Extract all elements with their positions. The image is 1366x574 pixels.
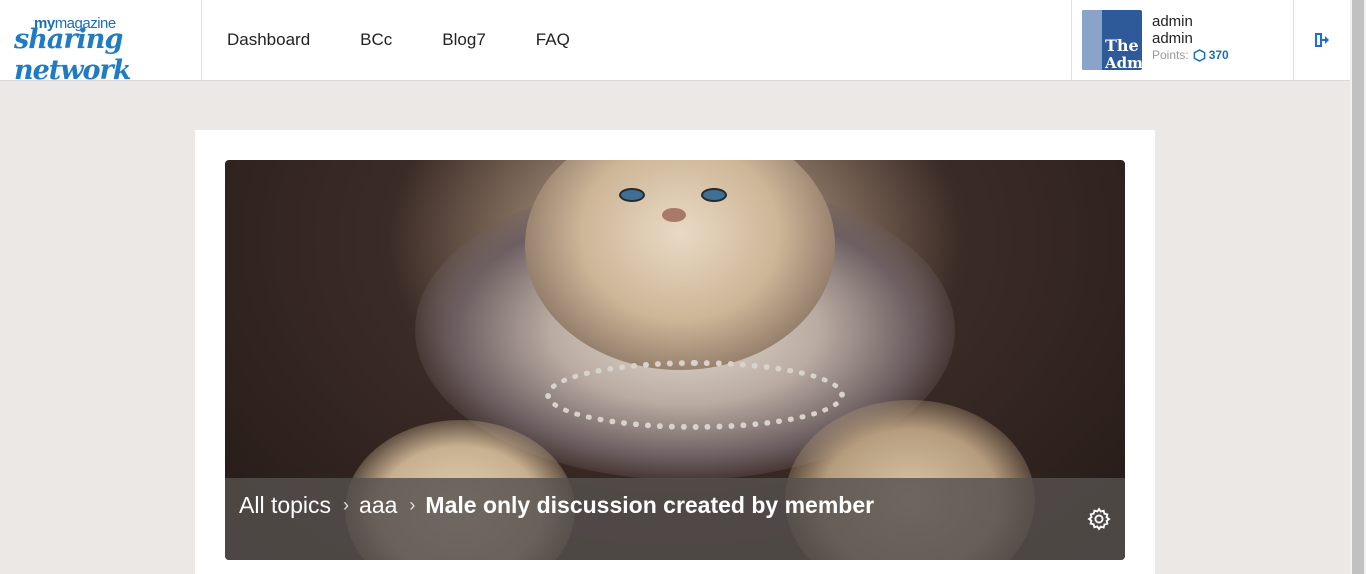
logout-button[interactable]	[1294, 0, 1350, 80]
avatar[interactable]: The Admi	[1082, 10, 1142, 70]
avatar-text-line1: The	[1105, 36, 1139, 55]
topic-card: All topics › aaa › Male only discussion crea…	[195, 130, 1155, 574]
points-label: Points:	[1152, 48, 1189, 62]
cover-cat-eye-right	[701, 188, 727, 202]
avatar-text-line2: Admi	[1105, 54, 1142, 70]
breadcrumb: All topics › aaa › Male only discussion crea…	[239, 492, 879, 520]
nav-blog7[interactable]: Blog7	[442, 30, 485, 50]
logo-wordmark: sharing network	[14, 24, 131, 86]
topic-title-bar: All topics › aaa › Male only discussion crea…	[225, 478, 1125, 560]
avatar-stripe	[1082, 10, 1102, 70]
nav-dashboard[interactable]: Dashboard	[227, 30, 310, 50]
user-username: admin	[1152, 30, 1193, 47]
cover-collar	[545, 360, 845, 430]
points-value: 370	[1208, 48, 1229, 62]
chevron-right-icon: ›	[409, 495, 416, 515]
topic-title: Male only discussion created by member	[425, 492, 875, 518]
hexagon-icon	[1193, 48, 1206, 62]
chevron-right-icon: ›	[343, 495, 350, 515]
user-menu[interactable]: The Admi admin admin Points: 370	[1071, 0, 1294, 80]
nav-faq[interactable]: FAQ	[536, 30, 570, 50]
logout-icon	[1315, 33, 1329, 47]
main-nav: Dashboard BCc Blog7 FAQ	[202, 0, 595, 80]
cover-cat-eye-left	[619, 188, 645, 202]
gear-icon[interactable]	[1086, 506, 1112, 532]
top-header: mymagazine sharing network Dashboard BCc…	[0, 0, 1350, 86]
breadcrumb-category[interactable]: aaa	[359, 492, 397, 518]
site-logo[interactable]: mymagazine sharing network	[0, 0, 202, 86]
nav-bcc[interactable]: BCc	[360, 30, 392, 50]
cover-cat-nose	[662, 208, 686, 222]
topic-cover-image: All topics › aaa › Male only discussion crea…	[225, 160, 1125, 560]
user-points: Points: 370	[1152, 48, 1229, 62]
page-scrollbar[interactable]	[1350, 0, 1366, 574]
breadcrumb-all-topics[interactable]: All topics	[239, 492, 331, 518]
scrollbar-thumb[interactable]	[1352, 0, 1364, 574]
user-display-name: admin	[1152, 13, 1193, 30]
